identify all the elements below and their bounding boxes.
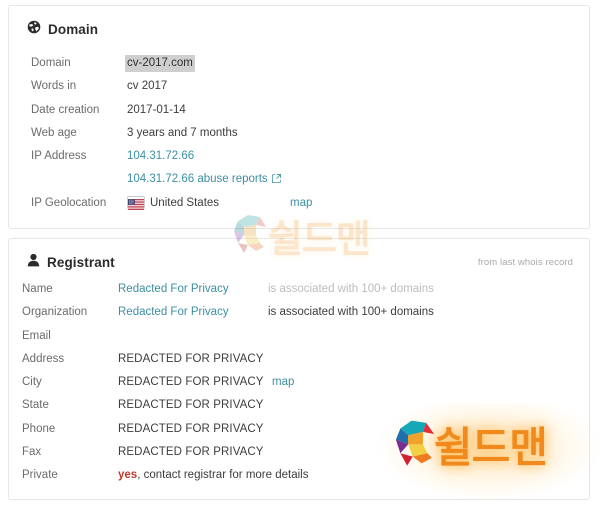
label-organization: Organization [22,306,88,319]
value-fax: REDACTED FOR PRIVACY [118,446,264,459]
label-ip-address: IP Address [31,150,87,163]
row-date-creation: Date creation 2017-01-14 [9,103,589,126]
globe-icon [27,20,41,39]
label-private: Private [22,469,58,482]
domain-card: Domain Domain cv-2017.com Words in cv 20… [8,5,590,229]
value-organization[interactable]: Redacted For Privacy [118,305,229,320]
row-ip-geolocation: IP Geolocation United States map [9,196,589,224]
value-name[interactable]: Redacted For Privacy [118,282,229,297]
whois-result-page: Domain Domain cv-2017.com Words in cv 20… [0,0,600,511]
row-private: Private yes, contact registrar for more … [0,468,600,491]
note-organization-associated-domains: is associated with 100+ domains [268,306,434,319]
row-address: Address REDACTED FOR PRIVACY [0,352,600,375]
value-city: REDACTED FOR PRIVACY [118,376,264,389]
row-name: Name Redacted For Privacy is associated … [0,282,600,305]
label-address: Address [22,352,65,365]
link-abuse-reports[interactable]: 104.31.72.66 abuse reports [127,172,281,188]
geolocation-map-link[interactable]: map [290,196,312,211]
label-web-age: Web age [31,126,77,139]
note-name-associated-domains: is associated with 100+ domains [268,283,434,295]
row-organization: Organization Redacted For Privacy is ass… [0,305,600,328]
registrant-rows-overlay: Name Redacted For Privacy is associated … [0,282,600,492]
label-fax: Fax [22,446,42,459]
label-email: Email [22,329,51,342]
value-words-in: cv 2017 [127,80,168,93]
value-web-age: 3 years and 7 months [127,126,238,139]
row-abuse-reports: 104.31.72.66 abuse reports [9,172,589,195]
row-ip-address: IP Address 104.31.72.66 [9,149,589,172]
whois-record-note: from last whois record [477,257,573,268]
domain-card-title: Domain [48,22,99,37]
row-phone: Phone REDACTED FOR PRIVACY [0,422,600,445]
private-yes-badge: yes [118,469,138,482]
value-ip-address[interactable]: 104.31.72.66 [127,149,194,164]
row-fax: Fax REDACTED FOR PRIVACY [0,445,600,468]
row-state: State REDACTED FOR PRIVACY [0,398,600,421]
label-name: Name [22,283,53,295]
row-domain: Domain cv-2017.com [9,55,589,79]
row-email: Email [0,329,600,352]
private-detail-text: , contact registrar for more details [137,469,309,482]
value-private: yes, contact registrar for more details [118,468,308,483]
value-domain[interactable]: cv-2017.com [125,55,195,72]
value-state: REDACTED FOR PRIVACY [118,399,264,412]
value-ip-geolocation-country: United States [150,196,220,209]
abuse-reports-label: 104.31.72.66 abuse reports [127,173,268,186]
label-phone: Phone [22,422,56,435]
label-date-creation: Date creation [31,103,100,116]
row-words-in: Words in cv 2017 [9,79,589,102]
row-city: City REDACTED FOR PRIVACY map [0,375,600,398]
value-address: REDACTED FOR PRIVACY [118,352,264,365]
city-map-link[interactable]: map [272,375,294,390]
value-phone: REDACTED FOR PRIVACY [118,422,264,435]
row-web-age: Web age 3 years and 7 months [9,126,589,149]
label-state: State [22,399,49,412]
label-ip-geolocation: IP Geolocation [31,196,107,209]
registrant-card-title: Registrant [47,255,115,270]
domain-card-header: Domain [27,20,98,39]
us-flag-icon [128,197,144,210]
external-link-icon [271,173,281,188]
registrant-card-header: Registrant [27,253,115,272]
label-city: City [22,376,42,389]
domain-rows: Domain cv-2017.com Words in cv 2017 Date… [9,55,589,224]
label-domain: Domain [31,57,71,69]
person-icon [27,253,40,272]
label-words-in: Words in [31,80,77,93]
value-date-creation: 2017-01-14 [127,103,186,116]
